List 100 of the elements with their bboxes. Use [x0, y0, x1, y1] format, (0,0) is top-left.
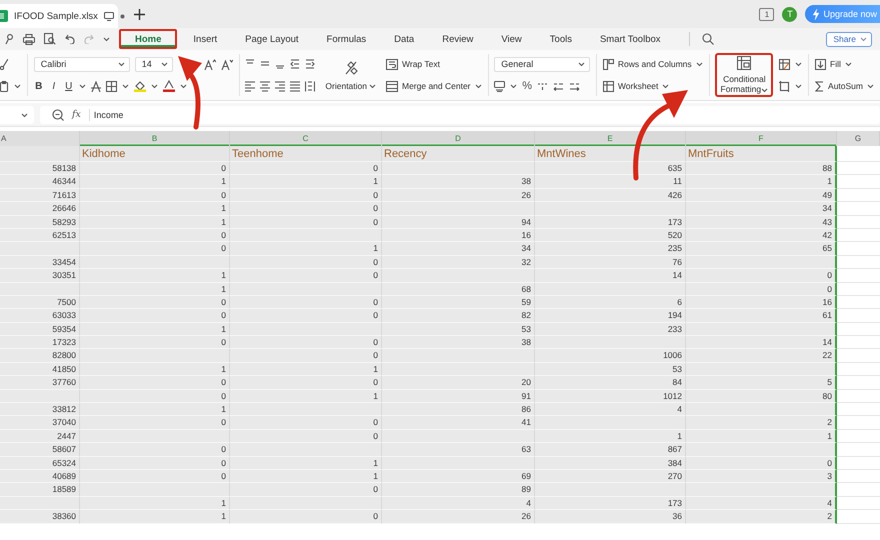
- orientation-icon: [342, 60, 359, 76]
- increase-decimal-icon[interactable]: [553, 80, 564, 92]
- cell-style-icon[interactable]: [779, 58, 790, 70]
- table-cell: 42: [686, 228, 837, 242]
- caret-icon: [369, 83, 376, 89]
- table-cell: 0: [230, 309, 382, 323]
- notification-badge[interactable]: 1: [759, 8, 774, 20]
- font-style-button[interactable]: B: [34, 80, 44, 92]
- caret-icon[interactable]: [150, 83, 158, 89]
- table-cell: 0: [230, 430, 382, 444]
- caret-icon[interactable]: [510, 83, 518, 89]
- increase-indent-icon[interactable]: [305, 59, 316, 69]
- number-format-dropdown[interactable]: General: [494, 56, 590, 72]
- menu-tab[interactable]: Data: [382, 29, 426, 49]
- table-cell: 6: [535, 296, 686, 310]
- share-button[interactable]: Share: [826, 32, 872, 46]
- table-cell: 46344: [0, 175, 80, 189]
- paste-icon[interactable]: [0, 80, 9, 92]
- table-cell: 1: [80, 216, 230, 229]
- table-cell: 0: [230, 216, 382, 229]
- menu-tab[interactable]: Page Layout: [233, 29, 311, 49]
- key-icon[interactable]: [5, 34, 14, 44]
- currency-format-icon[interactable]: [494, 80, 506, 92]
- fill-button[interactable]: Fill: [815, 58, 852, 70]
- table-cell: 173: [535, 496, 686, 510]
- caret-icon[interactable]: [180, 83, 187, 89]
- menu-tab[interactable]: Home: [119, 29, 178, 49]
- search-icon[interactable]: [702, 33, 714, 45]
- caret-icon[interactable]: [14, 83, 21, 89]
- undo-icon[interactable]: [65, 34, 75, 44]
- font-color-icon[interactable]: [162, 80, 175, 92]
- caret-icon: [844, 61, 852, 67]
- border-icon[interactable]: [106, 80, 117, 92]
- caret-icon[interactable]: [122, 83, 129, 89]
- merge-icon: [386, 80, 398, 92]
- merge-and-center-button[interactable]: Merge and Center: [386, 80, 482, 92]
- increase-font-size-icon[interactable]: [204, 58, 216, 70]
- dot-icon: [120, 14, 125, 18]
- table-cell: 69: [382, 470, 535, 484]
- table-cell: 38: [382, 175, 535, 189]
- print-preview-icon[interactable]: [44, 33, 56, 45]
- printer-icon[interactable]: [23, 34, 35, 44]
- column-header[interactable]: G: [837, 131, 880, 146]
- rows-and-columns-button[interactable]: Rows and Columns: [602, 58, 703, 70]
- cell-border-icon[interactable]: [779, 80, 790, 92]
- table-cell: 53: [382, 322, 535, 336]
- worksheet-icon: [602, 80, 614, 92]
- zoom-icon[interactable]: [52, 108, 64, 120]
- decrease-font-size-icon[interactable]: [220, 58, 233, 70]
- menu-tab[interactable]: Review: [430, 29, 486, 49]
- font-style-button[interactable]: I: [48, 80, 59, 92]
- function-button[interactable]: fx: [72, 109, 81, 120]
- conditional-formatting-icon: [737, 56, 752, 70]
- worksheet-button[interactable]: Worksheet: [602, 80, 670, 92]
- table-cell: 0: [80, 456, 230, 470]
- menu-tab[interactable]: Insert: [181, 29, 230, 49]
- wrap-text-button[interactable]: Wrap Text: [386, 58, 440, 70]
- table-header-cell: MntWines: [535, 146, 686, 162]
- menu-tab[interactable]: Smart Toolbox: [588, 29, 673, 49]
- menu-tab[interactable]: Formulas: [314, 29, 378, 49]
- table-header-cell: Teenhome: [230, 146, 382, 162]
- fill-color-icon[interactable]: [134, 80, 146, 92]
- caret-icon[interactable]: [103, 36, 110, 42]
- table-cell: 1: [80, 322, 230, 336]
- table-cell: 0: [230, 376, 382, 390]
- autosum-button[interactable]: AutoSum: [815, 80, 874, 92]
- table-cell: 173: [535, 216, 686, 229]
- caret-icon: [578, 61, 586, 67]
- font-style-button[interactable]: U: [64, 80, 74, 92]
- table-cell: 11: [535, 175, 686, 189]
- menu-tab[interactable]: View: [489, 29, 534, 49]
- align-center-icon[interactable]: [260, 80, 270, 92]
- table-header-cell: Kidhome: [80, 146, 230, 162]
- decrease-indent-icon[interactable]: [290, 59, 300, 69]
- caret-icon[interactable]: [795, 61, 802, 67]
- column-header[interactable]: A: [0, 131, 80, 146]
- table-cell: 34: [686, 202, 837, 216]
- table-cell: 16: [686, 296, 837, 310]
- table-cell: 41: [382, 416, 535, 430]
- justify-icon[interactable]: [290, 80, 300, 92]
- plus-icon[interactable]: [134, 8, 145, 20]
- caret-icon[interactable]: [78, 83, 86, 89]
- font-size-dropdown[interactable]: 14: [134, 56, 173, 72]
- table-cell: 426: [535, 188, 686, 202]
- table-cell: 520: [535, 228, 686, 242]
- table-cell: 0: [80, 309, 230, 323]
- percent-button[interactable]: %: [522, 80, 532, 92]
- align-left-icon[interactable]: [245, 80, 256, 92]
- distributed-icon[interactable]: [305, 80, 316, 92]
- orientation-button[interactable]: Orientation: [321, 57, 380, 93]
- menu-tab[interactable]: Tools: [538, 29, 584, 49]
- monitor-icon[interactable]: [104, 12, 114, 20]
- caret-icon[interactable]: [795, 83, 802, 89]
- conditional-formatting-button[interactable]: Conditional Formatting: [715, 53, 774, 97]
- decrease-decimal-icon[interactable]: [569, 80, 580, 92]
- font-name-dropdown[interactable]: Calibri: [34, 56, 130, 72]
- strikethrough-icon[interactable]: [90, 80, 101, 92]
- thousands-separator-icon[interactable]: [537, 80, 548, 92]
- formula-input[interactable]: Income: [94, 110, 124, 120]
- align-right-icon[interactable]: [275, 80, 286, 92]
